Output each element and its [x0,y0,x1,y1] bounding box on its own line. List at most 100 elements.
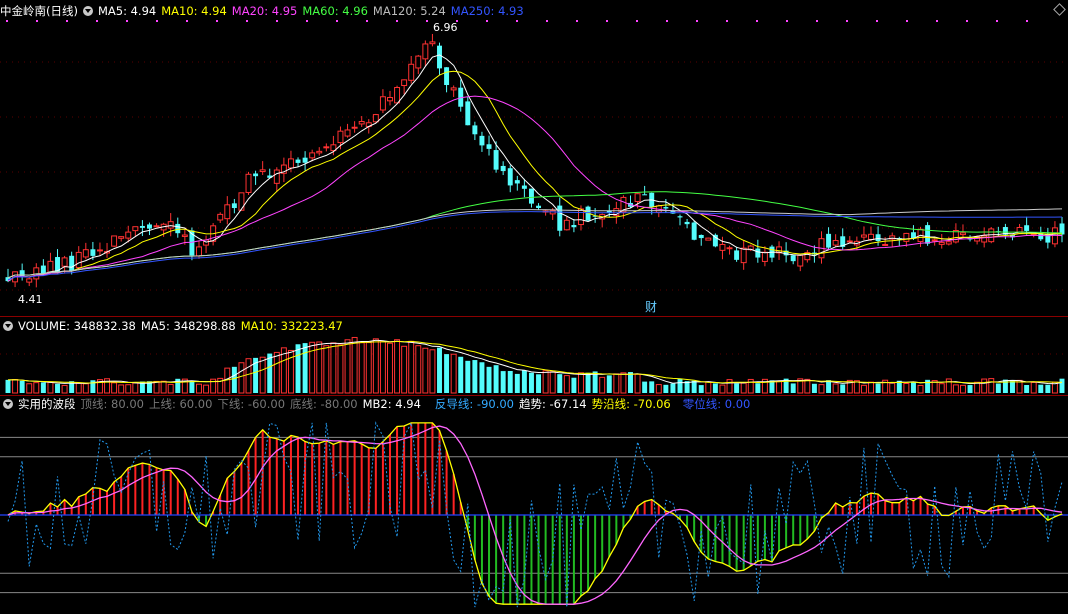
candle-body [472,125,478,135]
candle-body [981,235,988,243]
volume-bar [422,347,429,394]
volume-bar [875,383,881,393]
top-dot-marker [636,20,638,22]
top-dot-marker [696,20,698,22]
candle-body [96,249,103,252]
volume-bar [1024,385,1030,393]
volume-bar [1059,378,1065,393]
top-dot-marker [666,20,668,22]
volume-bar [747,378,754,394]
volume-bar [967,385,973,393]
top-dot-marker [936,20,938,22]
candle-body [82,249,89,258]
candle-body [868,233,874,240]
volume-bar [437,347,442,393]
ma-line-5 [7,54,1063,282]
candle-body [415,55,422,69]
volume-bar [832,383,839,394]
candle-body [75,251,82,269]
candle-body [571,225,577,228]
candle-body [557,205,563,231]
volume-bar [337,344,344,394]
candle-body [167,221,174,229]
volume-bar [507,371,513,393]
volume-bar [267,353,273,393]
volume-bar [755,383,761,393]
candle-body [372,114,379,123]
candle-body [698,234,704,239]
candle-body [634,193,641,202]
volume-bar [521,370,527,393]
volume-bar [860,384,867,394]
volume-bar [302,343,308,393]
top-dot-marker [156,20,158,22]
volume-bar [698,385,704,393]
candle-body [387,97,393,102]
volume-bar [959,384,966,394]
volume-bar [719,384,726,394]
candle-body [40,265,46,275]
volume-bar [379,341,386,394]
candle-body [259,169,266,173]
candle-body [429,41,436,45]
volume-bar [500,371,506,393]
candle-body [217,213,224,221]
candle-body [302,157,308,163]
volume-bar [563,375,570,394]
volume-bar [330,342,337,394]
volume-bar [981,378,988,394]
volume-bar [189,380,195,393]
top-dot-marker [546,20,548,22]
volume-ma-5 [7,339,1063,385]
volume-bar [776,380,783,394]
ma-line-20 [7,95,1063,282]
volume-bar [82,383,89,394]
candle-body [273,169,280,184]
volume-bar [528,372,534,393]
chart-stage: 中金岭南(日线) MA5: 4.94 MA10: 4.94 MA20: 4.95 MA6… [0,0,1068,614]
candle-body [253,173,259,177]
volume-bar [945,378,952,394]
candle-body [125,231,132,239]
candle-body [287,158,294,169]
candle-body [175,223,181,234]
candle-body [344,129,351,137]
volume-bar [33,382,40,394]
volume-bar [868,381,874,394]
volume-bar [642,381,648,393]
candle-body [684,221,690,225]
finance-event-marker[interactable]: 财 [645,300,657,314]
volume-bar [125,384,132,394]
candle-body [181,234,188,237]
volume-bar [132,382,139,394]
candle-body [797,254,804,267]
candle-body [358,121,365,125]
volume-bar [493,365,499,393]
candle-body [712,234,718,247]
volume-bar [118,384,125,394]
top-dot-marker [486,20,488,22]
candle-body [450,87,457,91]
candle-body [663,207,669,209]
top-dot-marker [966,20,968,22]
volume-bar [606,375,612,393]
top-dot-marker [876,20,878,22]
volume-bar [585,372,591,393]
volume-bar [358,342,365,394]
stock-chart-svg: 6.96 4.41 财 [0,20,1068,608]
volume-bar [811,383,817,393]
volume-bar [75,382,82,394]
candle-body [231,203,237,209]
candle-body [111,235,118,247]
top-dot-marker [516,20,518,22]
volume-bar [620,372,627,394]
candle-body [642,194,648,196]
candle-body [437,45,442,69]
candle-body [945,241,952,245]
top-dot-marker [66,20,68,22]
volume-bar [479,362,485,393]
volume-bar [634,373,641,394]
volume-bar [245,358,252,394]
candle-body [238,192,245,211]
top-dot-marker [786,20,788,22]
